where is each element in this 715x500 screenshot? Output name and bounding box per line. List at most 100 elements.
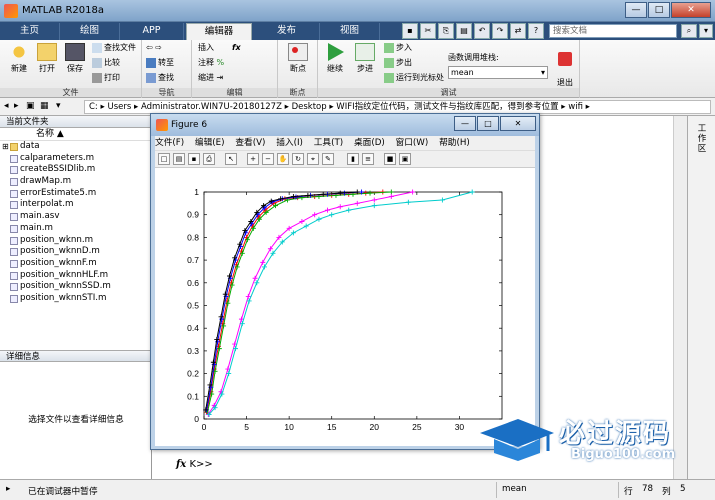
menu-edit[interactable]: 编辑(E) [195, 136, 225, 150]
new-figure-icon[interactable]: □ [158, 153, 170, 165]
back-forward-buttons[interactable]: ⇦ ⇨ [146, 42, 162, 54]
forward-arrow-icon[interactable]: ⇨ [155, 43, 162, 52]
back-arrow-icon[interactable]: ⇦ [146, 43, 153, 52]
list-item[interactable]: position_wknnSSD.m [0, 281, 151, 293]
menu-window[interactable]: 窗口(W) [396, 136, 429, 150]
maximize-button[interactable]: □ [648, 2, 670, 18]
list-item[interactable]: drawMap.m [0, 176, 151, 188]
pan-hand-icon[interactable]: ✋ [277, 153, 289, 165]
new-button[interactable]: 新建 [6, 43, 32, 74]
open-button[interactable]: 打开 [34, 43, 60, 74]
legend-icon[interactable]: ≡ [362, 153, 374, 165]
back-arrow-icon[interactable]: ◂ [4, 101, 9, 111]
search-docs-input[interactable]: 搜索文档 [549, 24, 677, 38]
tab-publish[interactable]: 发布 [254, 23, 320, 40]
save-figure-icon[interactable]: ▪ [188, 153, 200, 165]
step-out-button[interactable]: 步出 [384, 57, 412, 69]
list-item[interactable]: position_wknnF.m [0, 258, 151, 270]
show-plot-tools-icon[interactable]: ▣ [399, 153, 411, 165]
data-cursor-icon[interactable]: ⌖ [307, 153, 319, 165]
list-item[interactable]: position_wknn.m [0, 235, 151, 247]
expand-icon[interactable]: ⊞ [2, 141, 9, 153]
figure-maximize-button[interactable]: □ [477, 116, 499, 131]
zoom-in-icon[interactable]: + [247, 153, 259, 165]
zoom-out-icon[interactable]: − [262, 153, 274, 165]
history-icon[interactable]: ▾ [56, 101, 61, 111]
menu-tools[interactable]: 工具(T) [314, 136, 343, 150]
paste-quick-icon[interactable]: ▤ [456, 23, 472, 39]
tab-view[interactable]: 视图 [320, 23, 380, 40]
step-button[interactable]: 步进 [352, 43, 378, 74]
list-item[interactable]: position_wknnHLF.m [0, 270, 151, 282]
figure-window[interactable]: Figure 6 — □ ✕ 文件(F) 编辑(E) 查看(V) 插入(I) 工… [150, 113, 540, 450]
breadcrumb[interactable]: C: ▸ Users ▸ Administrator.WIN7U-2018012… [84, 100, 711, 114]
step-in-button[interactable]: 步入 [384, 42, 412, 54]
breadcrumb-item[interactable]: C: [89, 102, 98, 112]
tab-home[interactable]: 主页 [0, 23, 60, 40]
list-item[interactable]: position_wknnSTI.m [0, 293, 151, 305]
tab-editor[interactable]: 编辑器 [186, 23, 252, 40]
call-stack-dropdown[interactable]: mean ▾ [448, 66, 548, 79]
continue-button[interactable]: 继续 [322, 43, 348, 74]
breakpoints-button[interactable]: 断点 [285, 43, 311, 74]
undo-quick-icon[interactable]: ↶ [474, 23, 490, 39]
minimize-button[interactable]: — [625, 2, 647, 18]
redo-quick-icon[interactable]: ↷ [492, 23, 508, 39]
copy-quick-icon[interactable]: ⎘ [438, 23, 454, 39]
menu-insert[interactable]: 插入(I) [276, 136, 303, 150]
fx-icon[interactable]: fx [176, 459, 186, 470]
comment-button[interactable]: 注释 % [198, 57, 224, 69]
list-item[interactable]: main.asv [0, 211, 151, 223]
breadcrumb-item[interactable]: WIFI指纹定位代码，测试文件与指纹库匹配，得到参考位置 [336, 102, 558, 112]
figure-close-button[interactable]: ✕ [500, 116, 536, 131]
folder-up-icon[interactable]: ▣ [26, 101, 35, 111]
switch-windows-icon[interactable]: ⇄ [510, 23, 526, 39]
find-button[interactable]: 查找 [146, 72, 174, 84]
figure-canvas[interactable]: 0 5 10 15 20 25 30 0 0.1 0.2 0.3 0.4 0.5 0.6 0.7 0.8 0.9… [155, 168, 535, 446]
list-item[interactable]: ⊞ data [0, 141, 151, 153]
command-prompt-line[interactable]: fx K>> [176, 459, 213, 470]
insert-button[interactable]: 插入 [198, 42, 214, 54]
hide-plot-tools-icon[interactable]: ■ [384, 153, 396, 165]
breadcrumb-item[interactable]: Administrator.WIN7U-20180127Z [141, 102, 282, 112]
menu-file[interactable]: 文件(F) [155, 136, 184, 150]
list-item[interactable]: errorEstimate5.m [0, 188, 151, 200]
indent-button[interactable]: 缩进 ⇥ [198, 72, 223, 84]
name-column-header[interactable]: 名称 ▲ [0, 128, 151, 141]
breadcrumb-item[interactable]: Desktop [292, 102, 327, 112]
rotate-icon[interactable]: ↻ [292, 153, 304, 165]
print-figure-icon[interactable]: ⎙ [203, 153, 215, 165]
menu-view[interactable]: 查看(V) [235, 136, 265, 150]
tab-plots[interactable]: 绘图 [60, 23, 120, 40]
search-icon[interactable]: ⌕ [681, 24, 697, 38]
figure-title-bar[interactable]: Figure 6 — □ ✕ [151, 114, 539, 136]
browse-folder-icon[interactable]: ▦ [40, 101, 49, 111]
list-item[interactable]: main.m [0, 223, 151, 235]
close-button[interactable]: ✕ [671, 2, 711, 18]
save-button[interactable]: 保存 [62, 43, 88, 74]
save-quick-icon[interactable]: ▪ [402, 23, 418, 39]
help-dropdown-icon[interactable]: ▾ [699, 24, 713, 38]
colorbar-icon[interactable]: ▮ [347, 153, 359, 165]
open-file-icon[interactable]: ▤ [173, 153, 185, 165]
forward-arrow-icon[interactable]: ▸ [14, 101, 19, 111]
cut-quick-icon[interactable]: ✂ [420, 23, 436, 39]
list-item[interactable]: position_wknnD.m [0, 246, 151, 258]
list-item[interactable]: createBSSIDlib.m [0, 164, 151, 176]
list-item[interactable]: calparameters.m [0, 153, 151, 165]
list-item[interactable]: interpolat.m [0, 199, 151, 211]
print-button[interactable]: 打印 [92, 72, 120, 84]
breadcrumb-item[interactable]: wifi [568, 102, 583, 112]
tab-apps[interactable]: APP [120, 23, 184, 40]
find-files-button[interactable]: 查找文件 [92, 42, 136, 54]
compare-button[interactable]: 比较 [92, 57, 120, 69]
breadcrumb-item[interactable]: Users [107, 102, 131, 112]
fx-button[interactable]: fx [232, 42, 241, 54]
pointer-icon[interactable]: ↖ [225, 153, 237, 165]
menu-desktop[interactable]: 桌面(D) [354, 136, 385, 150]
brush-icon[interactable]: ✎ [322, 153, 334, 165]
figure-minimize-button[interactable]: — [454, 116, 476, 131]
menu-help[interactable]: 帮助(H) [439, 136, 470, 150]
help-quick-icon[interactable]: ? [528, 23, 544, 39]
goto-button[interactable]: 转至 [146, 57, 174, 69]
